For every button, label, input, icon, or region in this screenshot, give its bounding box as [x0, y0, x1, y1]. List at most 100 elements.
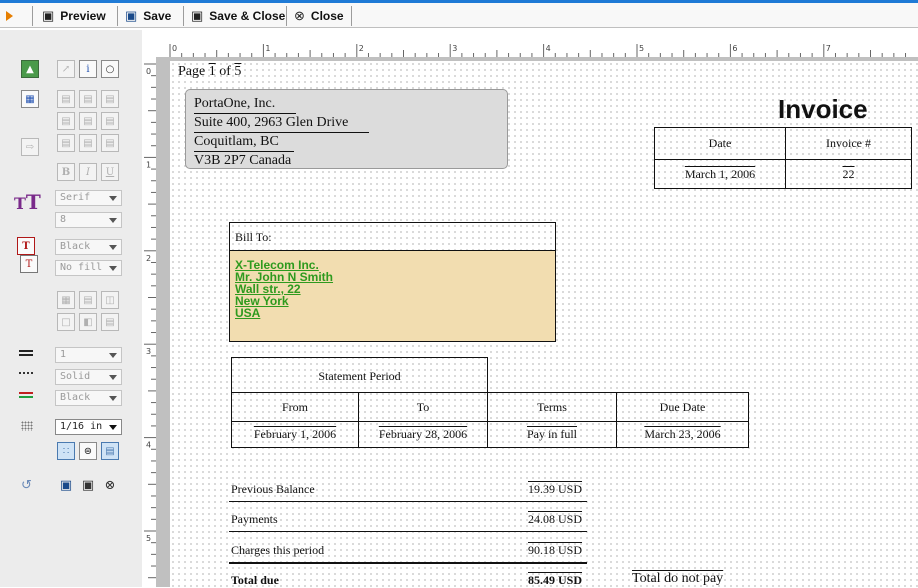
ruler-label: 1 — [146, 160, 151, 169]
resize-icon[interactable]: ↗ — [57, 60, 75, 78]
save-close-button[interactable]: ▣ Save & Close — [191, 5, 285, 27]
toolbar-divider — [117, 6, 118, 26]
floppy-disk-icon: ▣ — [125, 8, 138, 23]
payments-label: Payments — [231, 512, 278, 526]
snap-to-grid-icon[interactable]: ⊜ — [79, 442, 97, 460]
chevron-down-icon — [109, 196, 117, 201]
vertical-ruler-ticks: 0 1 2 3 4 5 — [144, 63, 156, 579]
terms-value: Pay in full — [527, 427, 577, 441]
grid-icon — [21, 421, 33, 431]
align-bottom-center-icon[interactable]: ▤ — [79, 134, 97, 152]
chevron-down-icon — [109, 266, 117, 271]
guides-icon[interactable]: ▤ — [101, 442, 119, 460]
chevron-down-icon — [109, 353, 117, 358]
date-header: Date — [708, 136, 732, 150]
line-style-icon — [19, 372, 33, 374]
bill-to-box[interactable]: Bill To: X-Telecom Inc. Mr. John N Smith… — [229, 222, 556, 342]
show-grid-icon[interactable]: ∷ — [57, 442, 75, 460]
fill-color-select[interactable]: No fill — [55, 260, 122, 276]
line-style-select[interactable]: Solid — [55, 369, 122, 385]
chevron-down-icon — [109, 245, 117, 250]
grid-size-select[interactable]: 1/16 in — [55, 419, 122, 435]
ruler-label: 5 — [639, 44, 644, 53]
border-outer-icon[interactable]: □ — [57, 313, 75, 331]
previous-balance-label: Previous Balance — [231, 482, 315, 496]
font-size-select[interactable]: 8 — [55, 212, 122, 228]
align-top-right-icon[interactable]: ▤ — [101, 90, 119, 108]
underline-icon[interactable]: U — [101, 163, 119, 181]
company-city: Coquitlam, BC — [194, 134, 279, 149]
balance-summary: Previous Balance 19.39 USD Payments 24.0… — [229, 469, 591, 587]
company-street: Suite 400, 2963 Glen Drive — [194, 115, 349, 130]
payments-amount: 24.08 USD — [528, 512, 583, 526]
border-horizontal-icon[interactable]: ▤ — [79, 291, 97, 309]
statement-period-header: Statement Period — [231, 357, 488, 393]
ruler-label: 3 — [146, 347, 151, 356]
align-top-left-icon[interactable]: ▤ — [57, 90, 75, 108]
font-family-select[interactable]: Serif — [55, 190, 122, 206]
chevron-down-icon — [109, 218, 117, 223]
bill-to-label: Bill To: — [235, 230, 272, 244]
invoice-info-table[interactable]: Date Invoice # March 1, 2006 22 — [654, 127, 912, 189]
ruler-label: 1 — [265, 44, 270, 53]
ruler-label: 4 — [546, 44, 551, 53]
insert-object-icon[interactable]: ⇨ — [21, 138, 39, 156]
insert-field-icon[interactable]: i — [79, 60, 97, 78]
border-bottom-icon[interactable]: ▤ — [101, 313, 119, 331]
save-close-label: Save & Close — [209, 9, 286, 23]
text-color-select[interactable]: Black — [55, 239, 122, 255]
preview-label: Preview — [60, 9, 106, 23]
align-bottom-right-icon[interactable]: ▤ — [101, 134, 119, 152]
fill-color-icon[interactable]: T — [20, 255, 38, 273]
align-middle-center-icon[interactable]: ▤ — [79, 112, 97, 130]
ruler-label: 5 — [146, 534, 151, 543]
date-value: March 1, 2006 — [684, 166, 756, 181]
save-floppy-icon[interactable]: ▣ — [57, 476, 75, 494]
horizontal-ruler-ticks: 012345678 — [169, 44, 907, 57]
insert-image-icon[interactable]: ▲ — [21, 60, 39, 78]
toolbar-divider — [32, 6, 33, 26]
chevron-down-icon — [109, 396, 117, 401]
line-color-select[interactable]: Black — [55, 390, 122, 406]
toolbar-divider — [351, 6, 352, 26]
from-header: From — [281, 399, 308, 414]
line-width-select[interactable]: 1 — [55, 347, 122, 363]
bold-icon[interactable]: B — [57, 163, 75, 181]
to-header: To — [416, 399, 430, 414]
border-left-icon[interactable]: ◧ — [79, 313, 97, 331]
close-button[interactable]: ⊗ Close — [294, 5, 344, 27]
save-close-floppy-icon[interactable]: ▣ — [79, 476, 97, 494]
preview-button[interactable]: ▣ Preview — [42, 5, 106, 27]
terms-header: Terms — [537, 399, 567, 414]
zoom-icon[interactable]: ○ — [101, 60, 119, 78]
italic-icon[interactable]: I — [79, 163, 97, 181]
statement-period-table[interactable]: From To Terms Due Date February 1, 2006 … — [231, 392, 749, 448]
save-button[interactable]: ▣ Save — [125, 5, 171, 27]
ruler-label: 0 — [172, 44, 177, 53]
to-value: February 28, 2006 — [378, 427, 468, 441]
ruler-label: 3 — [452, 44, 457, 53]
undo-icon[interactable]: ↺ — [21, 478, 32, 493]
chevron-down-icon — [109, 425, 117, 430]
text-color-icon[interactable]: T — [17, 237, 35, 255]
invoice-page[interactable]: Page 1 of 5 PortaOne, Inc. Suite 400, 29… — [170, 61, 918, 587]
border-inner-icon[interactable]: ▦ — [57, 291, 75, 309]
charges-label: Charges this period — [231, 543, 325, 557]
total-do-not-pay-label: Total do not pay — [632, 571, 724, 586]
align-middle-left-icon[interactable]: ▤ — [57, 112, 75, 130]
play-icon[interactable] — [6, 11, 13, 21]
border-vertical-icon[interactable]: ◫ — [101, 291, 119, 309]
align-top-center-icon[interactable]: ▤ — [79, 90, 97, 108]
total-due-amount: 85.49 USD — [528, 573, 583, 587]
close-circle-icon[interactable]: ⊗ — [101, 476, 119, 494]
align-middle-right-icon[interactable]: ▤ — [101, 112, 119, 130]
text-size-icon: TT — [14, 190, 41, 214]
align-bottom-left-icon[interactable]: ▤ — [57, 134, 75, 152]
tool-panel: ▲ ↗ i ○ ▦ ▤ ▤ ▤ ▤ ▤ ▤ ⇨ ▤ ▤ ▤ B I U TT S… — [0, 30, 142, 587]
close-circle-icon: ⊗ — [294, 8, 305, 23]
insert-table-icon[interactable]: ▦ — [21, 90, 39, 108]
company-address-box[interactable]: PortaOne, Inc. Suite 400, 2963 Glen Driv… — [185, 89, 508, 169]
ruler-label: 2 — [146, 254, 151, 263]
editor-toolbar: ▣ Preview ▣ Save ▣ Save & Close ⊗ Close — [0, 0, 918, 28]
preview-icon: ▣ — [42, 8, 55, 23]
